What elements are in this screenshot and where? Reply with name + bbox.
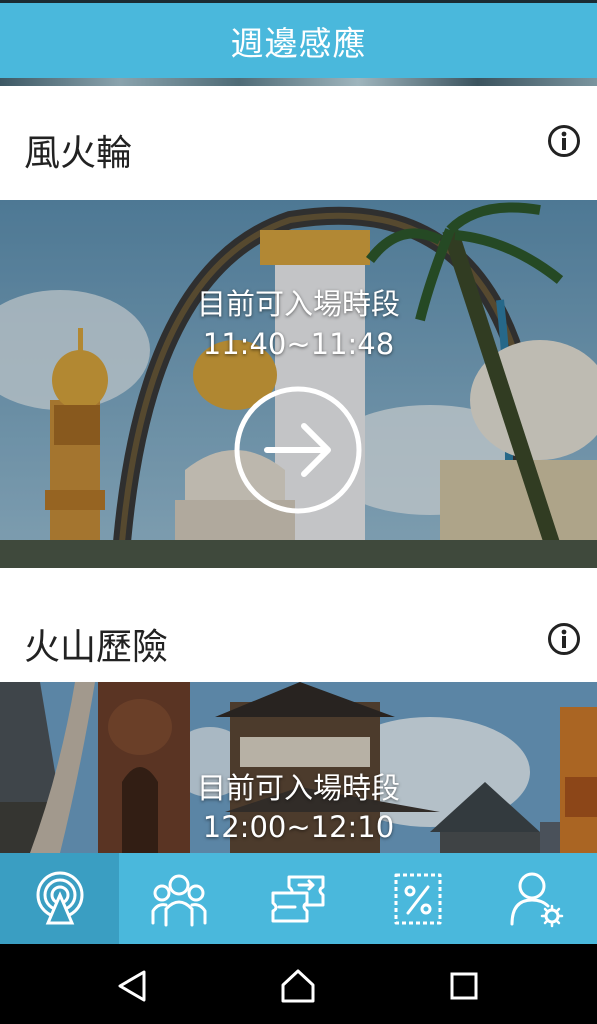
app-header: 週邊感應 (0, 0, 597, 78)
home-icon[interactable] (280, 968, 316, 1004)
tab-nearby[interactable] (0, 853, 120, 944)
user-settings-icon (510, 872, 564, 927)
ride-card-header: 火山歷險 (0, 568, 597, 682)
tab-tickets[interactable] (239, 853, 358, 944)
ride-photo[interactable]: 目前可入場時段 11:40~11:48 (0, 200, 597, 568)
recents-icon[interactable] (446, 968, 482, 1004)
system-nav-bar (0, 944, 597, 1024)
ride-name: 火山歷險 (24, 627, 169, 668)
entry-status-label: 目前可入場時段 (196, 771, 400, 805)
ride-photo[interactable]: 目前可入場時段 12:00~12:10 (0, 682, 597, 853)
entry-status-label: 目前可入場時段 (196, 287, 400, 321)
group-icon (151, 874, 207, 926)
info-icon[interactable] (547, 124, 581, 158)
ride-card-header: 風火輪 (0, 86, 597, 196)
tab-coupons[interactable] (358, 853, 477, 944)
tab-group[interactable] (119, 853, 238, 944)
back-icon[interactable] (114, 968, 150, 1004)
arrow-right-icon[interactable] (234, 386, 362, 514)
bottom-tab-bar (0, 853, 597, 944)
nearby-signal-icon (36, 871, 84, 924)
entry-time-window: 11:40~11:48 (202, 327, 395, 361)
ride-name: 風火輪 (24, 133, 133, 174)
header-image-strip (0, 78, 597, 86)
tickets-transfer-icon (271, 875, 325, 922)
info-icon[interactable] (547, 622, 581, 656)
tab-profile[interactable] (478, 853, 597, 944)
page-title: 週邊感應 (230, 23, 367, 63)
entry-time-window: 12:00~12:10 (202, 810, 395, 844)
discount-coupon-icon (394, 873, 442, 924)
